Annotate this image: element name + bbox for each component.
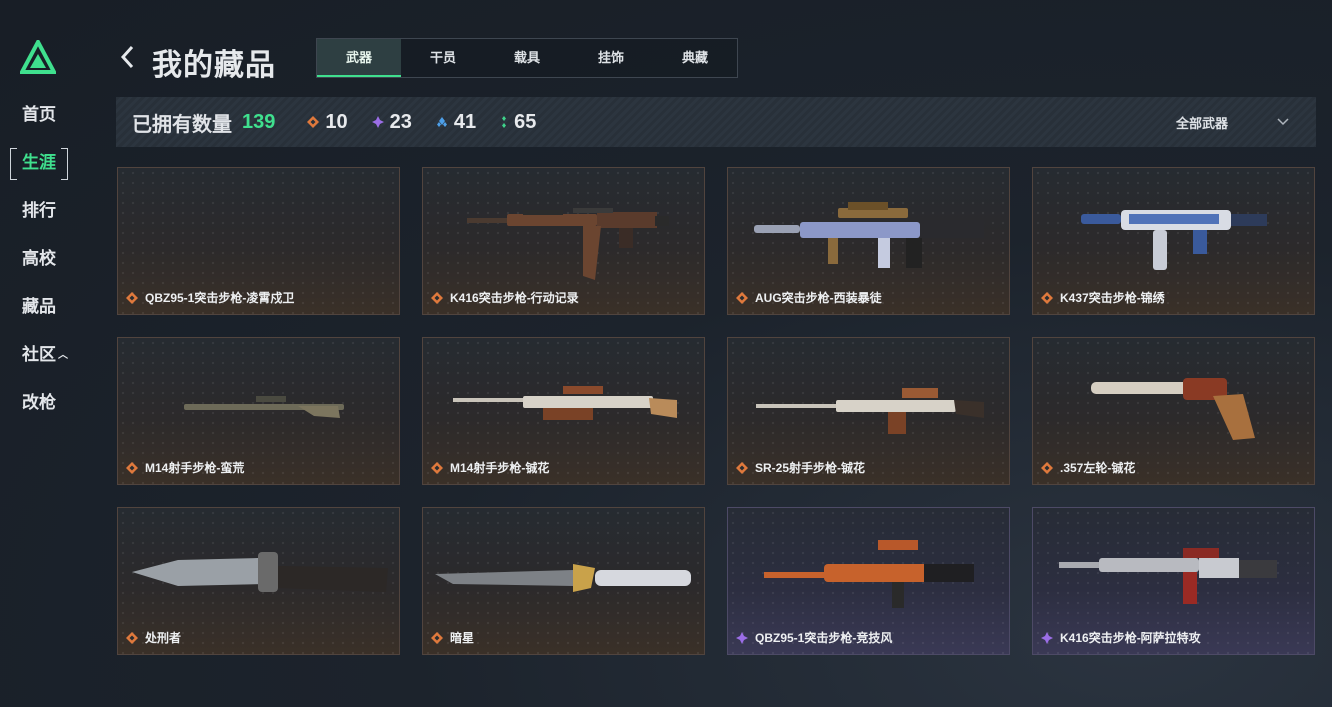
category-tabs: 武器 干员 载具 挂饰 典藏 xyxy=(316,38,738,78)
stat-purple-value: 23 xyxy=(389,110,412,133)
weapon-image xyxy=(184,396,344,418)
card-footer: M14射手步枪-蛮荒 xyxy=(126,459,244,476)
card-footer: K416突击步枪-行动记录 xyxy=(431,289,579,306)
nav-college[interactable]: 高校 xyxy=(10,244,68,274)
tab-charms[interactable]: 挂饰 xyxy=(569,39,653,77)
weapon-image xyxy=(118,168,400,288)
stat-orange-value: 10 xyxy=(325,110,348,133)
tab-operators[interactable]: 干员 xyxy=(401,39,485,77)
tab-weapons[interactable]: 武器 xyxy=(317,39,401,77)
weapon-card[interactable]: K416突击步枪-阿萨拉特攻 xyxy=(1032,507,1315,655)
weapon-name: 处刑者 xyxy=(145,631,182,645)
purple-diamond-icon xyxy=(371,116,384,128)
weapon-grid: QBZ95-1突击步枪-凌霄戍卫 K416突击步枪-行动记录 AUG突击步枪-西… xyxy=(117,167,1315,655)
weapon-image xyxy=(764,540,974,608)
card-footer: SR-25射手步枪-铖花 xyxy=(736,459,865,476)
back-arrow-icon[interactable] xyxy=(118,44,138,70)
orange-diamond-icon xyxy=(431,461,443,474)
blue-diamond-icon xyxy=(436,117,447,127)
app-logo xyxy=(20,40,56,74)
nav-community[interactable]: 社区 ︿ xyxy=(10,340,68,370)
card-footer: QBZ95-1突击步枪-凌霄戍卫 xyxy=(126,289,294,306)
card-footer: 暗星 xyxy=(431,629,474,646)
owned-label: 已拥有数量 xyxy=(132,113,232,136)
orange-diamond-icon xyxy=(307,116,320,128)
weapon-image xyxy=(1091,378,1255,440)
weapon-card[interactable]: SR-25射手步枪-铖花 xyxy=(727,337,1010,485)
nav-ranking[interactable]: 排行 xyxy=(10,196,68,226)
stat-green-value: 65 xyxy=(514,110,537,133)
weapon-card[interactable]: QBZ95-1突击步枪-凌霄戍卫 xyxy=(117,167,400,315)
weapon-card[interactable]: K416突击步枪-行动记录 xyxy=(422,167,705,315)
card-footer: QBZ95-1突击步枪-竞技风 xyxy=(736,629,892,646)
weapon-name: 暗星 xyxy=(450,631,475,645)
weapon-image xyxy=(132,552,388,592)
weapon-image xyxy=(754,202,984,268)
orange-diamond-icon xyxy=(431,291,443,304)
weapon-card[interactable]: M14射手步枪-蛮荒 xyxy=(117,337,400,485)
weapon-card[interactable]: 暗星 xyxy=(422,507,705,655)
owned-count: 139 xyxy=(242,110,276,133)
filter-label: 全部武器 xyxy=(1175,115,1228,131)
chevron-down-icon xyxy=(1277,118,1289,126)
card-footer: K437突击步枪-锦绣 xyxy=(1041,289,1165,306)
card-footer: .357左轮-铖花 xyxy=(1041,459,1135,476)
weapon-name: K437突击步枪-锦绣 xyxy=(1060,291,1165,305)
tab-vehicles[interactable]: 载具 xyxy=(485,39,569,77)
page-title: 我的藏品 xyxy=(152,49,276,82)
nav-career[interactable]: 生涯 xyxy=(10,148,68,180)
stat-blue-value: 41 xyxy=(453,110,477,133)
green-dots-icon xyxy=(502,116,507,128)
weapon-card[interactable]: AUG突击步枪-西装暴徒 xyxy=(727,167,1010,315)
weapon-image xyxy=(756,388,984,434)
stat-green: 65 xyxy=(500,111,536,134)
weapon-image xyxy=(453,386,677,420)
caret-up-icon: ︿ xyxy=(58,350,68,361)
weapon-name: M14射手步枪-铖花 xyxy=(450,461,550,475)
orange-diamond-icon xyxy=(1041,461,1053,474)
weapon-image xyxy=(435,564,691,592)
nav-community-label: 社区 xyxy=(22,345,56,364)
card-footer: 处刑者 xyxy=(126,629,181,646)
purple-diamond-icon xyxy=(736,631,748,644)
nav-home[interactable]: 首页 xyxy=(10,100,68,130)
weapon-card[interactable]: QBZ95-1突击步枪-竞技风 xyxy=(727,507,1010,655)
weapon-card[interactable]: K437突击步枪-锦绣 xyxy=(1032,167,1315,315)
orange-diamond-icon xyxy=(126,291,138,304)
orange-diamond-icon xyxy=(736,291,748,304)
weapon-image xyxy=(1059,548,1277,604)
weapon-name: AUG突击步枪-西装暴徒 xyxy=(755,291,882,305)
ownership-stats-bar: 已拥有数量 139 10 23 41 65 全部武器 xyxy=(116,97,1316,147)
weapon-card[interactable]: .357左轮-铖花 xyxy=(1032,337,1315,485)
nav-gunsmith[interactable]: 改枪 xyxy=(10,388,68,418)
stat-purple: 23 xyxy=(371,110,412,134)
purple-diamond-icon xyxy=(1041,631,1053,644)
card-footer: AUG突击步枪-西装暴徒 xyxy=(736,289,882,306)
orange-diamond-icon xyxy=(126,461,138,474)
orange-diamond-icon xyxy=(1041,291,1053,304)
weapon-card[interactable]: 处刑者 xyxy=(117,507,400,655)
weapon-card[interactable]: M14射手步枪-铖花 xyxy=(422,337,705,485)
weapon-filter-dropdown[interactable]: 全部武器 xyxy=(1176,97,1290,147)
weapon-name: QBZ95-1突击步枪-凌霄戍卫 xyxy=(145,291,295,305)
orange-diamond-icon xyxy=(736,461,748,474)
orange-diamond-icon xyxy=(431,631,443,644)
tab-collectibles[interactable]: 典藏 xyxy=(653,39,737,77)
sidebar-nav: 首页 生涯 排行 高校 藏品 社区 ︿ 改枪 xyxy=(10,100,70,436)
stat-orange: 10 xyxy=(307,110,348,134)
weapon-name: QBZ95-1突击步枪-竞技风 xyxy=(755,631,893,645)
orange-diamond-icon xyxy=(126,631,138,644)
weapon-image xyxy=(1081,210,1267,270)
nav-collection[interactable]: 藏品 xyxy=(10,292,68,322)
stat-blue: 41 xyxy=(436,111,476,134)
weapon-name: K416突击步枪-行动记录 xyxy=(450,291,579,305)
card-footer: M14射手步枪-铖花 xyxy=(431,459,549,476)
weapon-name: .357左轮-铖花 xyxy=(1060,461,1136,475)
card-footer: K416突击步枪-阿萨拉特攻 xyxy=(1041,629,1201,646)
weapon-name: M14射手步枪-蛮荒 xyxy=(145,461,245,475)
weapon-name: SR-25射手步枪-铖花 xyxy=(755,461,866,475)
weapon-name: K416突击步枪-阿萨拉特攻 xyxy=(1060,631,1201,645)
weapon-image xyxy=(467,208,669,280)
